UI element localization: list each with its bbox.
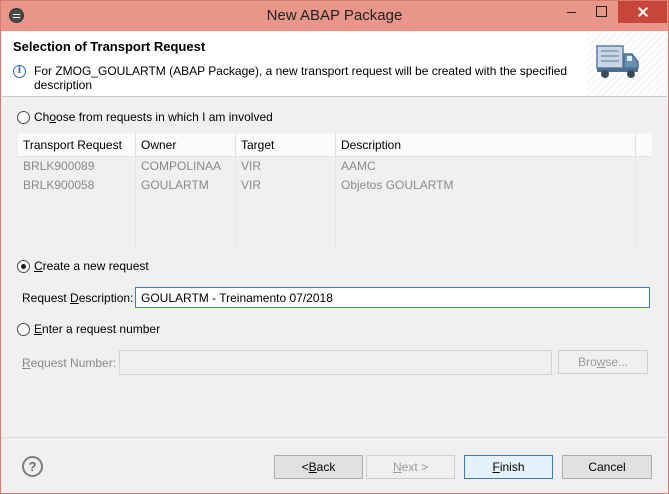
request-number-label: Request Number: bbox=[22, 356, 117, 370]
request-description-label: Request Description: bbox=[22, 291, 134, 305]
cell-transport-request: BRLK900058 bbox=[23, 178, 95, 192]
close-button[interactable] bbox=[618, 1, 667, 23]
radio-button-enter[interactable] bbox=[17, 322, 30, 336]
browse-button[interactable]: Bro w se... bbox=[558, 350, 648, 374]
transport-truck-icon bbox=[596, 45, 639, 78]
finish-button[interactable]: Finish bbox=[464, 455, 553, 479]
radio-button-create[interactable] bbox=[17, 259, 30, 273]
cell-target: VIR bbox=[241, 178, 262, 192]
cell-transport-request: BRLK900089 bbox=[23, 159, 95, 173]
back-button[interactable]: < Back bbox=[274, 455, 363, 479]
request-number-input[interactable] bbox=[119, 350, 552, 375]
table-row: BRLK900058 GOULARTM VIR Objetos GOULARTM bbox=[18, 176, 636, 195]
cancel-button[interactable]: Cancel bbox=[562, 455, 652, 479]
cell-owner: COMPOLINAA bbox=[141, 159, 222, 173]
maximize-button[interactable] bbox=[586, 1, 616, 23]
title-bar[interactable]: New ABAP Package bbox=[1, 1, 668, 31]
column-header-transport-request[interactable]: Transport Request bbox=[18, 133, 136, 157]
cell-description: AAMC bbox=[341, 159, 376, 173]
choose-existing-radio[interactable]: Choose from requests in which I am invol… bbox=[17, 110, 273, 124]
info-icon: i bbox=[13, 65, 26, 78]
choose-existing-label: Choose from requests in which I am invol… bbox=[34, 110, 273, 124]
next-button[interactable]: Next > bbox=[366, 455, 455, 479]
wizard-header: Selection of Transport Request i For ZMO… bbox=[2, 32, 667, 97]
transport-request-table: Transport Request Owner Target Descripti… bbox=[18, 133, 652, 249]
enter-number-radio[interactable]: Enter a request number bbox=[17, 322, 160, 336]
cell-owner: GOULARTM bbox=[141, 178, 209, 192]
column-header-owner[interactable]: Owner bbox=[136, 133, 236, 157]
request-description-input[interactable] bbox=[135, 287, 650, 308]
table-row: BRLK900089 COMPOLINAA VIR AAMC bbox=[18, 157, 636, 176]
help-icon[interactable]: ? bbox=[22, 456, 43, 477]
column-header-description[interactable]: Description bbox=[336, 133, 636, 157]
column-header-target[interactable]: Target bbox=[236, 133, 336, 157]
button-bar-divider bbox=[2, 437, 667, 438]
header-message: For ZMOG_GOULARTM (ABAP Package), a new … bbox=[34, 64, 568, 92]
radio-button-choose[interactable] bbox=[17, 110, 30, 124]
enter-number-label: Enter a request number bbox=[34, 322, 161, 336]
page-title: Selection of Transport Request bbox=[13, 39, 206, 54]
create-new-radio[interactable]: Create a new request bbox=[17, 259, 149, 273]
cell-description: Objetos GOULARTM bbox=[341, 178, 454, 192]
table-header: Transport Request Owner Target Descripti… bbox=[18, 133, 652, 157]
create-new-label: Create a new request bbox=[34, 259, 149, 273]
dialog-window: New ABAP Package Selection of Transport … bbox=[0, 0, 669, 494]
minimize-button[interactable] bbox=[556, 1, 586, 23]
cell-target: VIR bbox=[241, 159, 262, 173]
